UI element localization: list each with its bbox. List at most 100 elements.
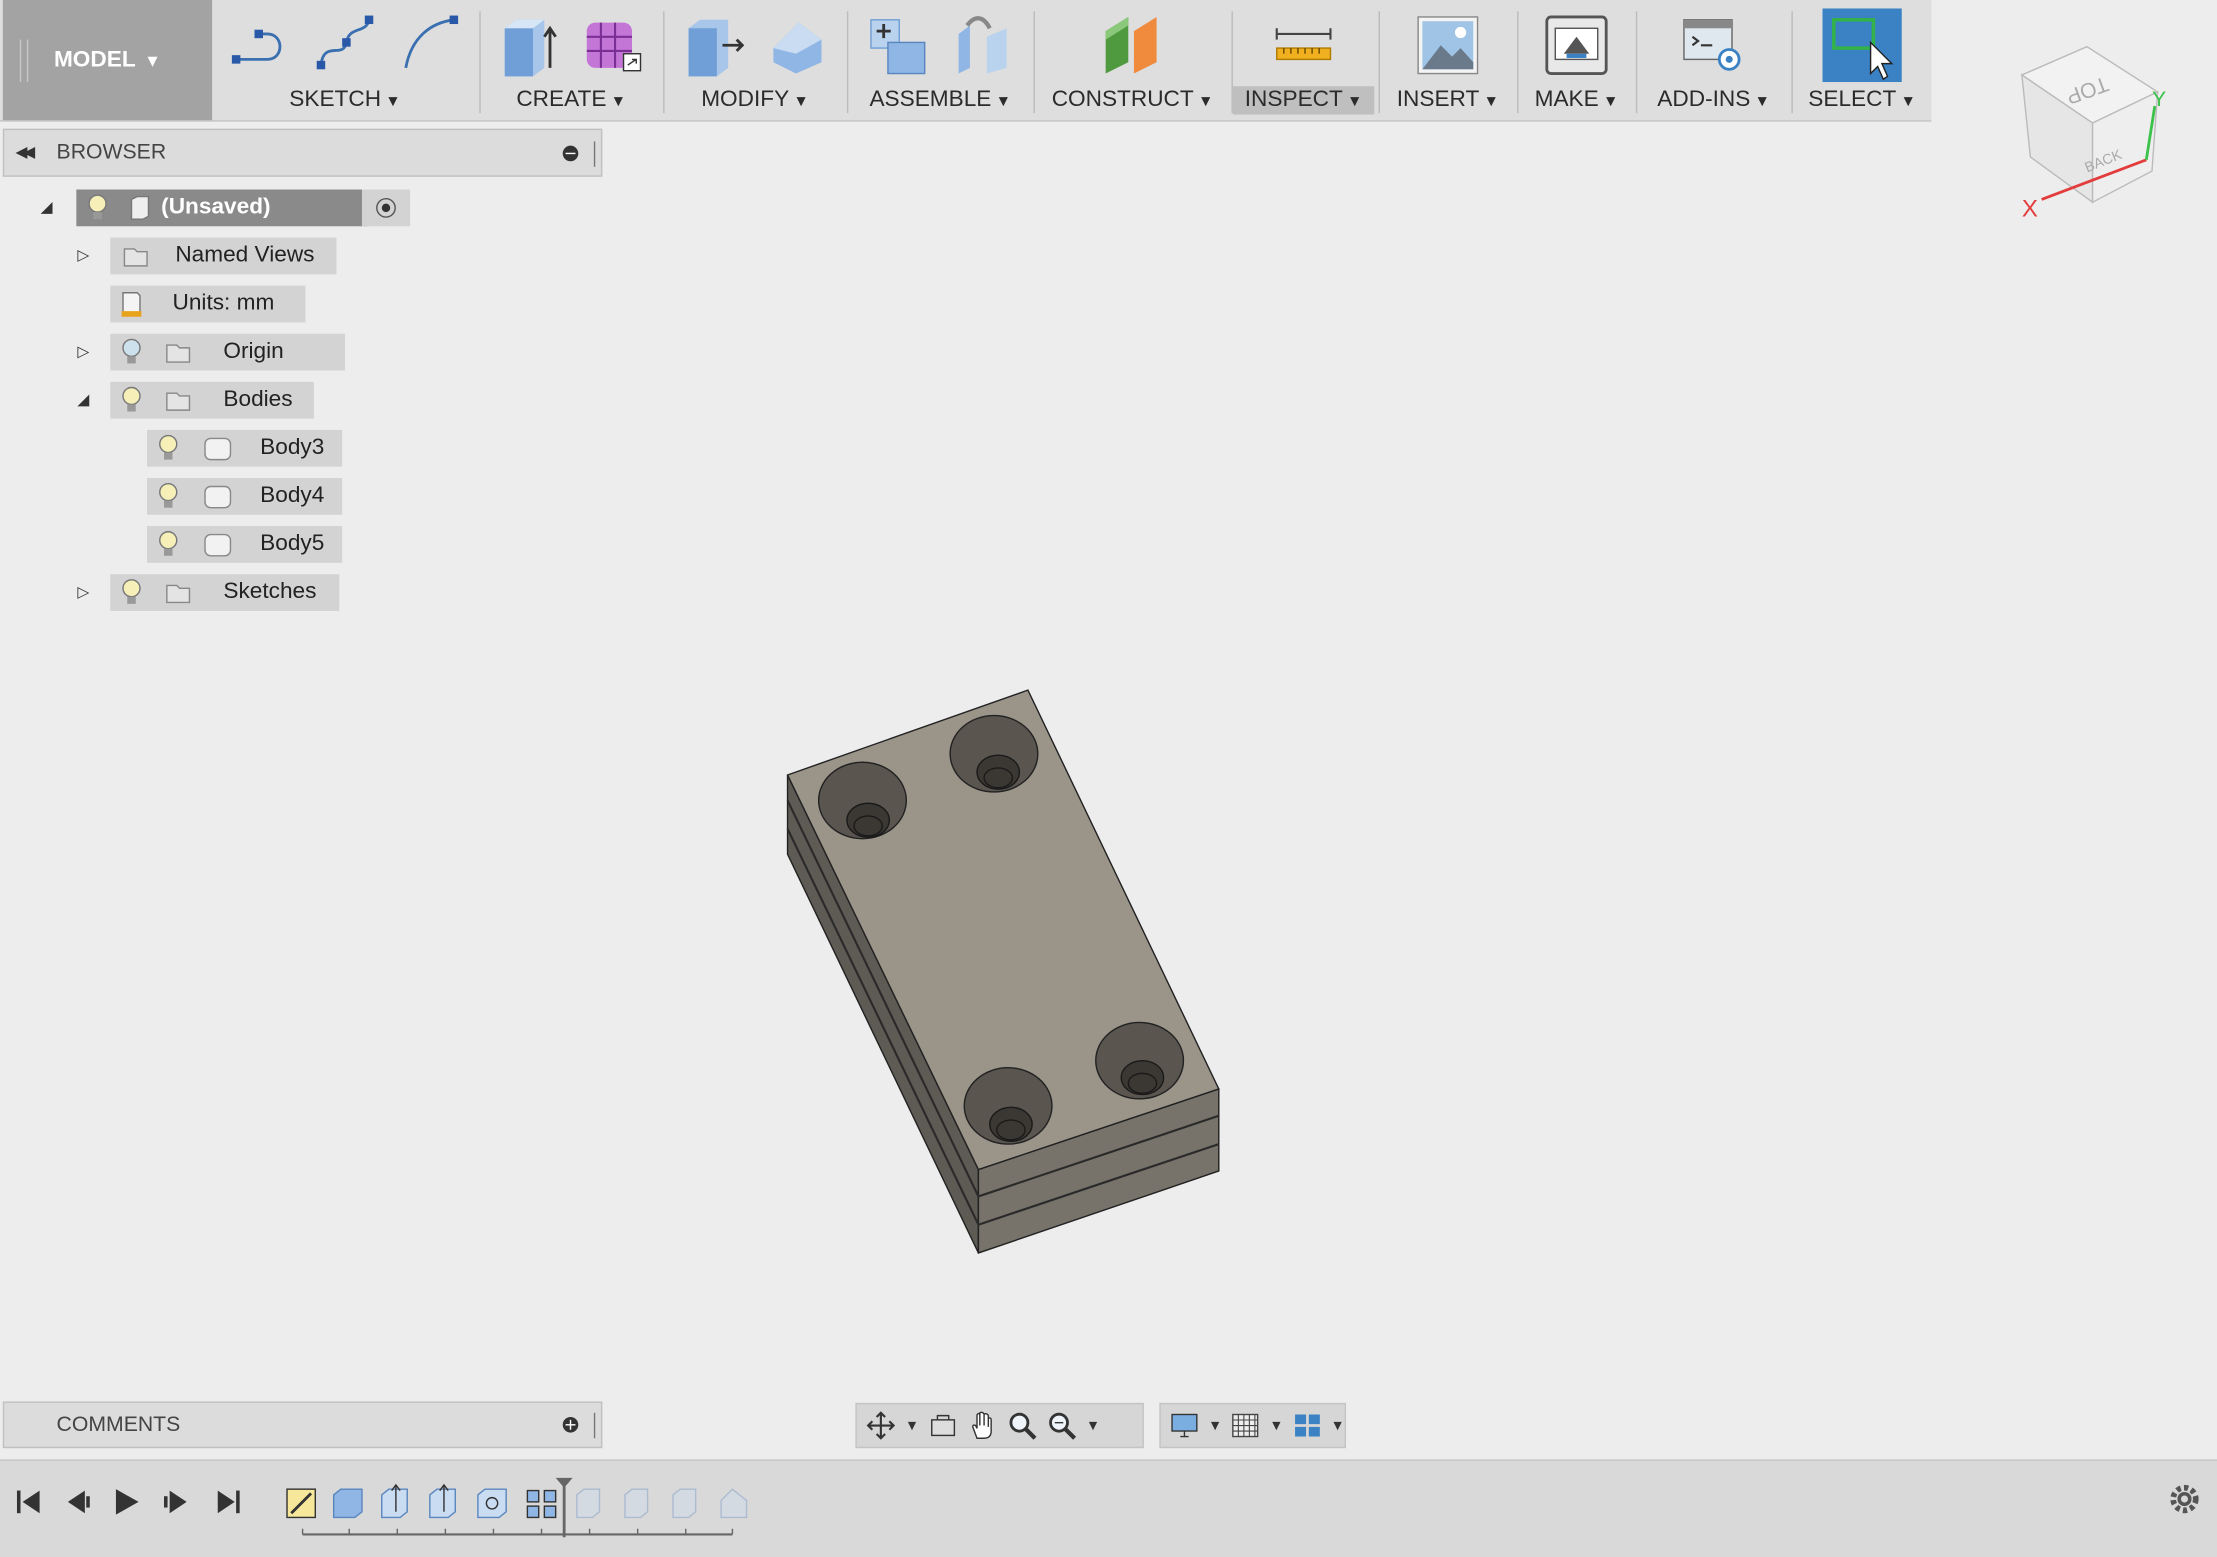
press-pull-icon[interactable] [680,11,745,79]
extrude-feature-icon[interactable] [381,1483,408,1519]
activate-radio[interactable] [361,189,411,227]
chevron-down-icon[interactable]: ▼ [905,1418,919,1434]
lightbulb-icon[interactable] [119,578,144,606]
zoom-icon[interactable] [1007,1410,1038,1441]
panel-resize-handle[interactable] [593,141,596,167]
expand-toggle-icon[interactable]: ▷ [74,238,94,275]
extrude-feature-icon[interactable] [332,1488,363,1519]
browser-panel-header[interactable]: ◀◀ BROWSER [2,128,603,177]
panel-resize-handle[interactable] [593,1412,596,1439]
tree-node[interactable]: Body5 [147,526,343,563]
inspect-menu[interactable]: INSPECT ▼ [1232,86,1375,115]
display-settings-icon[interactable] [1169,1410,1199,1441]
counterbore-hole[interactable] [949,714,1039,793]
timeline-previous-icon[interactable] [59,1483,96,1520]
lightbulb-icon[interactable] [85,194,110,222]
lightbulb-icon[interactable] [119,386,144,414]
viewports-icon[interactable] [1292,1410,1322,1441]
measure-icon[interactable] [1271,11,1336,79]
lightbulb-icon[interactable] [156,530,181,558]
timeline-first-icon[interactable] [11,1483,48,1520]
chevron-down-icon[interactable]: ▼ [1331,1418,1345,1434]
new-component-icon[interactable] [865,11,930,79]
chevron-down-icon[interactable]: ▼ [1269,1418,1283,1434]
timeline-play-icon[interactable] [107,1483,144,1520]
select-icon[interactable] [1822,8,1902,83]
view-cube[interactable]: TOP BACK X Y [2005,35,2175,226]
pan-hand-icon[interactable] [967,1410,998,1441]
sketch-spline-icon[interactable] [312,11,377,79]
tree-node[interactable]: Body4 [147,477,343,515]
hole-feature-icon[interactable] [477,1488,507,1519]
select-group[interactable]: SELECT ▼ [1793,0,1932,120]
add-ins-group[interactable]: ADD-INS ▼ [1637,0,1790,120]
suppressed-features[interactable] [576,1488,748,1519]
scripts-icon[interactable] [1681,11,1746,79]
look-at-icon[interactable] [928,1410,959,1441]
expand-toggle-icon[interactable]: ◢ [37,190,57,227]
create-menu[interactable]: CREATE ▼ [481,88,662,113]
insert-menu[interactable]: INSERT ▼ [1380,88,1516,113]
sketch-group[interactable]: SKETCH ▼ [221,0,470,120]
timeline-last-icon[interactable] [209,1483,246,1520]
sketch-feature-icon[interactable] [286,1488,317,1519]
construct-group[interactable]: CONSTRUCT ▼ [1035,0,1230,120]
comments-panel-header[interactable]: COMMENTS [2,1401,603,1449]
lightbulb-icon[interactable] [156,434,181,462]
grid-settings-icon[interactable] [1231,1410,1261,1441]
lightbulb-icon[interactable] [156,482,181,510]
workspace-switcher[interactable]: MODEL ▼ [2,0,213,121]
counterbore-hole[interactable] [1095,1021,1185,1100]
lightbulb-off-icon[interactable] [119,338,144,366]
tree-node[interactable]: Named Views [110,237,337,275]
sketch-arc-icon[interactable] [397,11,462,79]
timeline-next-icon[interactable] [158,1483,195,1520]
assemble-menu[interactable]: ASSEMBLE ▼ [848,88,1032,113]
radio-active-icon[interactable] [376,197,396,218]
tree-node[interactable]: Units: mm [110,285,306,323]
offset-plane-icon[interactable] [1100,11,1165,79]
joint-icon[interactable] [950,11,1015,79]
chevron-down-icon[interactable]: ▼ [1086,1418,1100,1434]
sketch-line-icon[interactable] [228,11,293,79]
assemble-group[interactable]: ASSEMBLE ▼ [848,0,1032,120]
model-viewport[interactable] [764,665,1245,1273]
gear-icon[interactable] [2166,1481,2203,1518]
insert-group[interactable]: INSERT ▼ [1380,0,1516,120]
modify-group[interactable]: MODIFY ▼ [665,0,846,120]
select-menu[interactable]: SELECT ▼ [1793,88,1932,113]
counterbore-hole[interactable] [817,761,908,840]
modify-menu[interactable]: MODIFY ▼ [665,88,846,113]
tree-node[interactable]: Body3 [147,429,343,467]
zoom-window-icon[interactable] [1046,1410,1077,1441]
orbit-icon[interactable] [865,1410,896,1441]
fillet-icon[interactable] [765,11,830,79]
expand-toggle-icon[interactable]: ▷ [74,574,94,611]
tree-node[interactable]: Bodies [110,381,314,419]
collapse-panel-icon[interactable]: ◀◀ [16,130,36,175]
timeline-track[interactable] [280,1475,761,1546]
extrude-icon[interactable] [496,11,561,79]
form-icon[interactable] [581,11,646,79]
tree-root-node[interactable]: (Unsaved) [76,189,368,227]
pattern-feature-icon[interactable] [526,1489,557,1519]
expand-toggle-icon[interactable]: ▷ [74,334,94,371]
sketch-menu[interactable]: SKETCH ▼ [221,88,470,113]
timeline-marker[interactable] [555,1477,573,1538]
create-group[interactable]: CREATE ▼ [481,0,662,120]
chevron-down-icon[interactable]: ▼ [1208,1418,1222,1434]
counterbore-hole[interactable] [963,1067,1053,1145]
tree-node[interactable]: Origin [110,333,345,371]
extrude-feature-icon[interactable] [429,1483,456,1519]
add-ins-menu[interactable]: ADD-INS ▼ [1637,88,1790,113]
construct-menu[interactable]: CONSTRUCT ▼ [1035,88,1230,113]
make-group[interactable]: MAKE ▼ [1519,0,1635,120]
3d-print-icon[interactable] [1544,11,1609,79]
inspect-group[interactable]: INSPECT ▼ [1230,0,1377,120]
make-menu[interactable]: MAKE ▼ [1519,88,1635,113]
add-comment-icon[interactable] [562,1417,579,1433]
minimize-icon[interactable] [562,145,579,162]
insert-image-icon[interactable] [1415,11,1480,79]
tree-node[interactable]: Sketches [110,574,340,611]
collapse-toggle-icon[interactable]: ◢ [74,382,94,419]
